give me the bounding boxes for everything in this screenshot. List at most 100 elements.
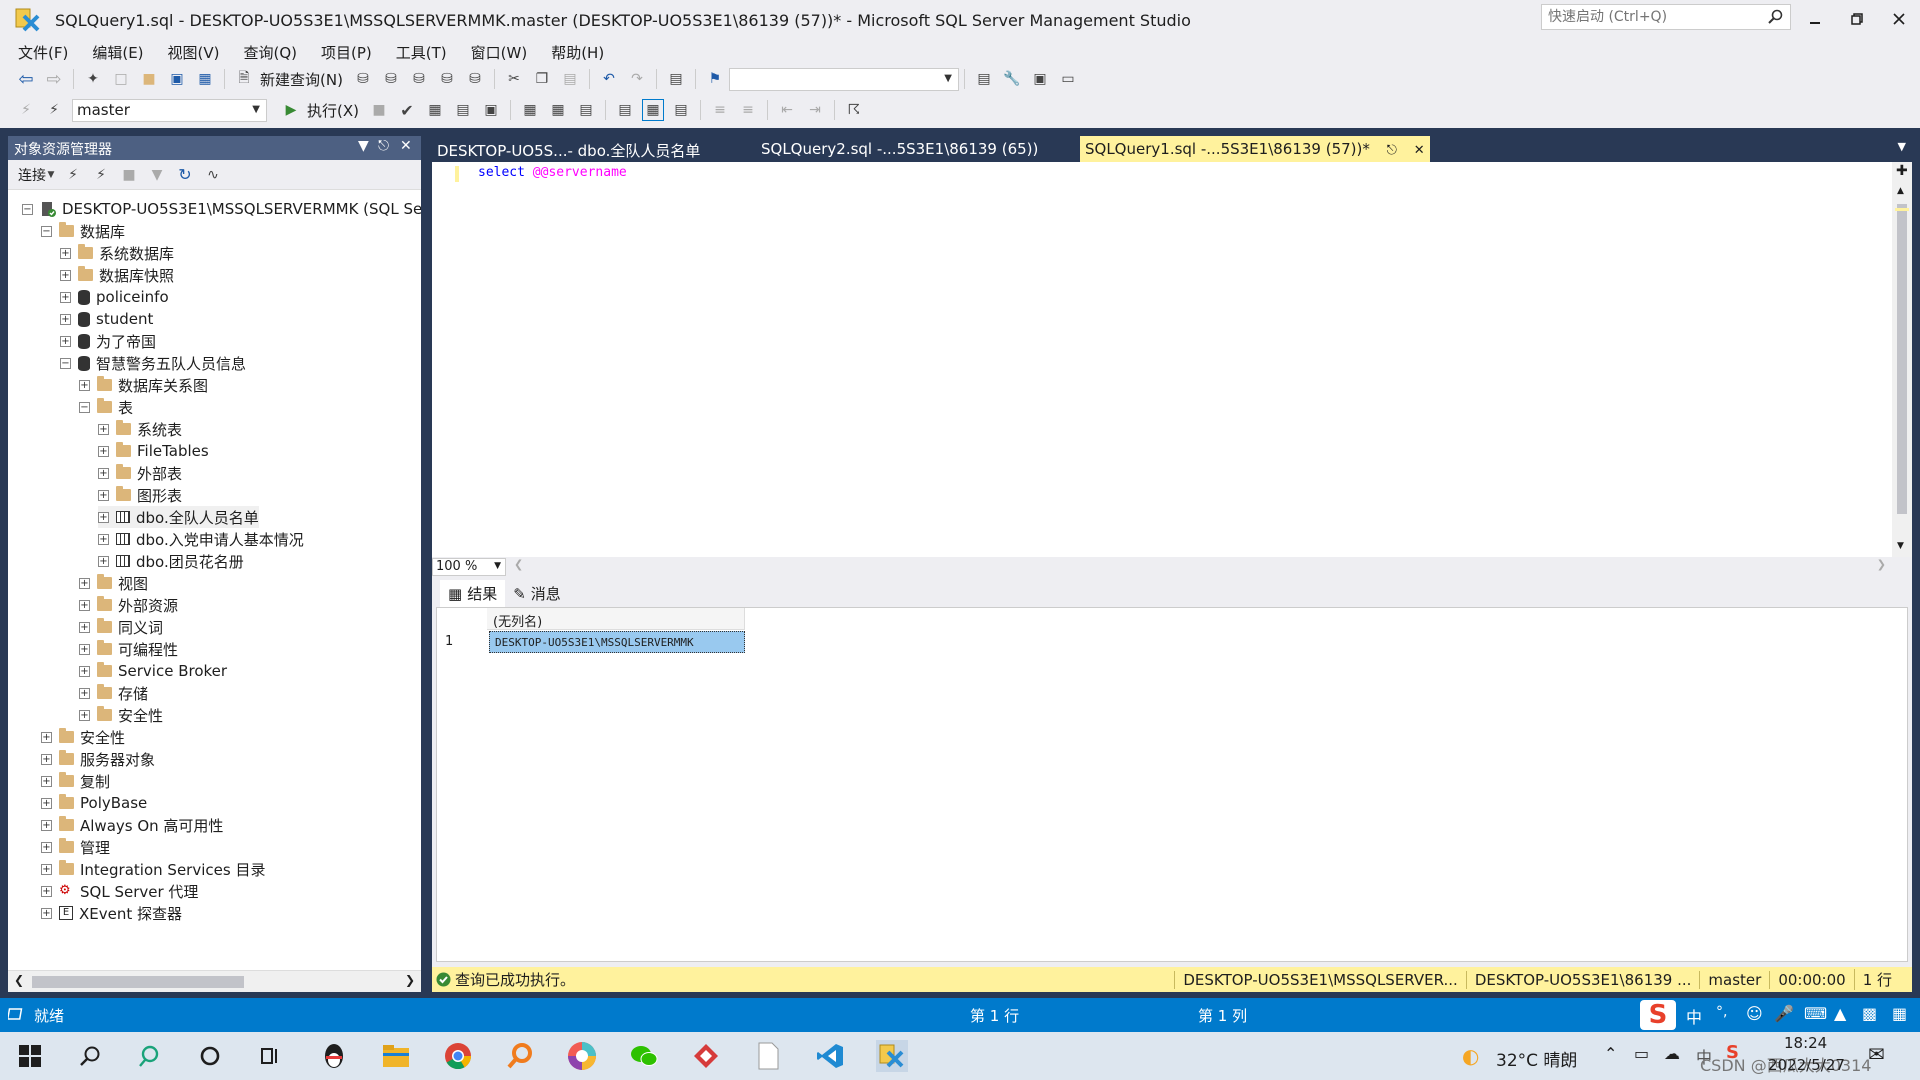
disconnect-icon[interactable]: ⚡ [90,164,112,186]
expand-icon[interactable]: + [79,687,90,699]
battery-icon[interactable]: ▭ [1634,1044,1649,1063]
tree-node[interactable]: − 数据库 [41,220,125,242]
tree-node[interactable]: + 数据库关系图 [79,374,208,396]
tree-node[interactable]: + 可编程性 [79,638,178,660]
scroll-left-icon[interactable]: ❮ [514,558,523,571]
scroll-right-icon[interactable]: ❯ [405,973,415,987]
tree-node[interactable]: + student [60,308,153,330]
expand-icon[interactable]: + [98,555,109,567]
tree-node[interactable]: + 管理 [41,836,110,858]
expand-icon[interactable]: + [41,841,52,853]
toolbox-icon[interactable]: ▣ [1029,68,1051,90]
open-file-icon[interactable]: ■ [138,68,160,90]
skin-icon[interactable]: ▲ [1834,1004,1846,1023]
new-query-icon[interactable]: 🗎 [233,68,255,90]
column-header[interactable]: (无列名) [487,608,745,630]
mdx-query-icon[interactable]: ⛁ [380,68,402,90]
horizontal-scrollbar[interactable]: ❮ ❯ [8,970,421,992]
expand-icon[interactable]: + [41,731,52,743]
dmx-query-icon[interactable]: ⛁ [408,68,430,90]
app-red-diamond[interactable] [690,1040,722,1072]
wechat-app[interactable] [628,1040,660,1072]
code-line[interactable]: select @@servername [478,165,627,180]
ime-chinese-indicator[interactable]: 中 [1686,1004,1702,1028]
expand-icon[interactable]: + [98,511,109,523]
tree-node[interactable]: + 视图 [79,572,148,594]
execute-icon[interactable]: ▶ [280,99,302,121]
query-designer-icon[interactable]: ▤ [452,99,474,121]
scrollbar-thumb[interactable] [1897,204,1907,514]
expand-icon[interactable]: + [60,247,71,259]
redo-icon[interactable]: ↷ [626,68,648,90]
paste-icon[interactable]: ▤ [559,68,581,90]
cut-icon[interactable]: ✂ [503,68,525,90]
menu-view[interactable]: 视图(V) [156,40,232,64]
expand-icon[interactable]: + [98,467,109,479]
panel-menu-icon[interactable]: ▼ [358,138,369,154]
vertical-scrollbar[interactable]: ✚ ▲ ▼ [1892,162,1912,557]
refresh-icon[interactable]: ↻ [174,164,196,186]
scroll-down-icon[interactable]: ▼ [1897,541,1904,551]
tree-node[interactable]: + 外部资源 [79,594,178,616]
expand-icon[interactable]: + [41,885,52,897]
tree-node[interactable]: + Always On 高可用性 [41,814,223,836]
menu-help[interactable]: 帮助(H) [539,40,616,64]
search-icon[interactable] [1768,9,1784,25]
expand-icon[interactable]: + [60,335,71,347]
expand-icon[interactable]: + [98,489,109,501]
tree-node[interactable]: + Integration Services 目录 [41,858,265,880]
tree-node[interactable]: + 系统数据库 [60,242,174,264]
include-plan-icon[interactable]: ▦ [547,99,569,121]
expand-icon[interactable]: + [79,379,90,391]
expand-icon[interactable]: + [60,269,71,281]
cortana-button[interactable] [194,1040,226,1072]
menu-project[interactable]: 项目(P) [309,40,384,64]
show-hidden-icons[interactable]: ⌃ [1604,1044,1617,1063]
expand-icon[interactable]: + [79,643,90,655]
expand-icon[interactable]: + [41,863,52,875]
tree-node[interactable]: + 系统表 [98,418,182,440]
tree-node[interactable]: + 安全性 [79,704,163,726]
colorful-app[interactable] [566,1040,598,1072]
tree-node[interactable]: + 图形表 [98,484,182,506]
emoji-icon[interactable]: ☺ [1746,1004,1763,1023]
menu-edit[interactable]: 编辑(E) [80,40,155,64]
expand-icon[interactable]: + [79,665,90,677]
properties-icon[interactable]: ▤ [973,68,995,90]
expand-icon[interactable]: + [41,907,52,919]
increase-indent-icon[interactable]: ⇥ [804,99,826,121]
document-app[interactable] [752,1040,784,1072]
expand-icon[interactable]: + [79,709,90,721]
estimated-plan-icon[interactable]: ▦ [424,99,446,121]
expand-icon[interactable]: + [41,775,52,787]
back-icon[interactable]: ⇦ [15,68,37,90]
query-editor[interactable]: select @@servername ✚ ▲ ▼ [432,162,1912,557]
pin-icon[interactable]: ⎋ [1387,143,1397,158]
command-window-icon[interactable]: ▭ [1057,68,1079,90]
tree-node[interactable]: + 服务器对象 [41,748,155,770]
tab-table-editor[interactable]: DESKTOP-UO5S...- dbo.全队人员名单 [432,136,705,162]
notification-center-icon[interactable]: ✉ [1868,1042,1885,1066]
tree-node[interactable]: + 外部表 [98,462,182,484]
expand-icon[interactable]: + [79,599,90,611]
tree-node[interactable]: + Service Broker [79,660,227,682]
tree-node[interactable]: + 数据库快照 [60,264,174,286]
menu-tools[interactable]: 工具(T) [384,40,459,64]
tree-node[interactable]: + dbo.全队人员名单 [98,506,259,528]
find-combo[interactable]: ▼ [728,67,959,91]
tree-node[interactable]: + 同义词 [79,616,163,638]
new-project-icon[interactable]: ✦ [82,68,104,90]
weather-text[interactable]: 32°C 晴朗 [1496,1046,1577,1071]
save-all-icon[interactable]: ▦ [194,68,216,90]
expand-icon[interactable]: + [98,445,109,457]
query-options-icon[interactable]: ▣ [480,99,502,121]
vscode-app[interactable] [814,1040,846,1072]
tree-node[interactable]: + 安全性 [41,726,125,748]
results-to-file-icon[interactable]: ▤ [670,99,692,121]
expand-icon[interactable]: + [79,577,90,589]
quick-launch-input[interactable] [1542,5,1752,29]
result-cell[interactable]: DESKTOP-UO5S3E1\MSSQLSERVERMMK [489,631,745,653]
find-icon[interactable]: ⚑ [704,68,726,90]
available-databases-select[interactable]: master ▼ [72,98,267,122]
menu-query[interactable]: 查询(Q) [232,40,310,64]
